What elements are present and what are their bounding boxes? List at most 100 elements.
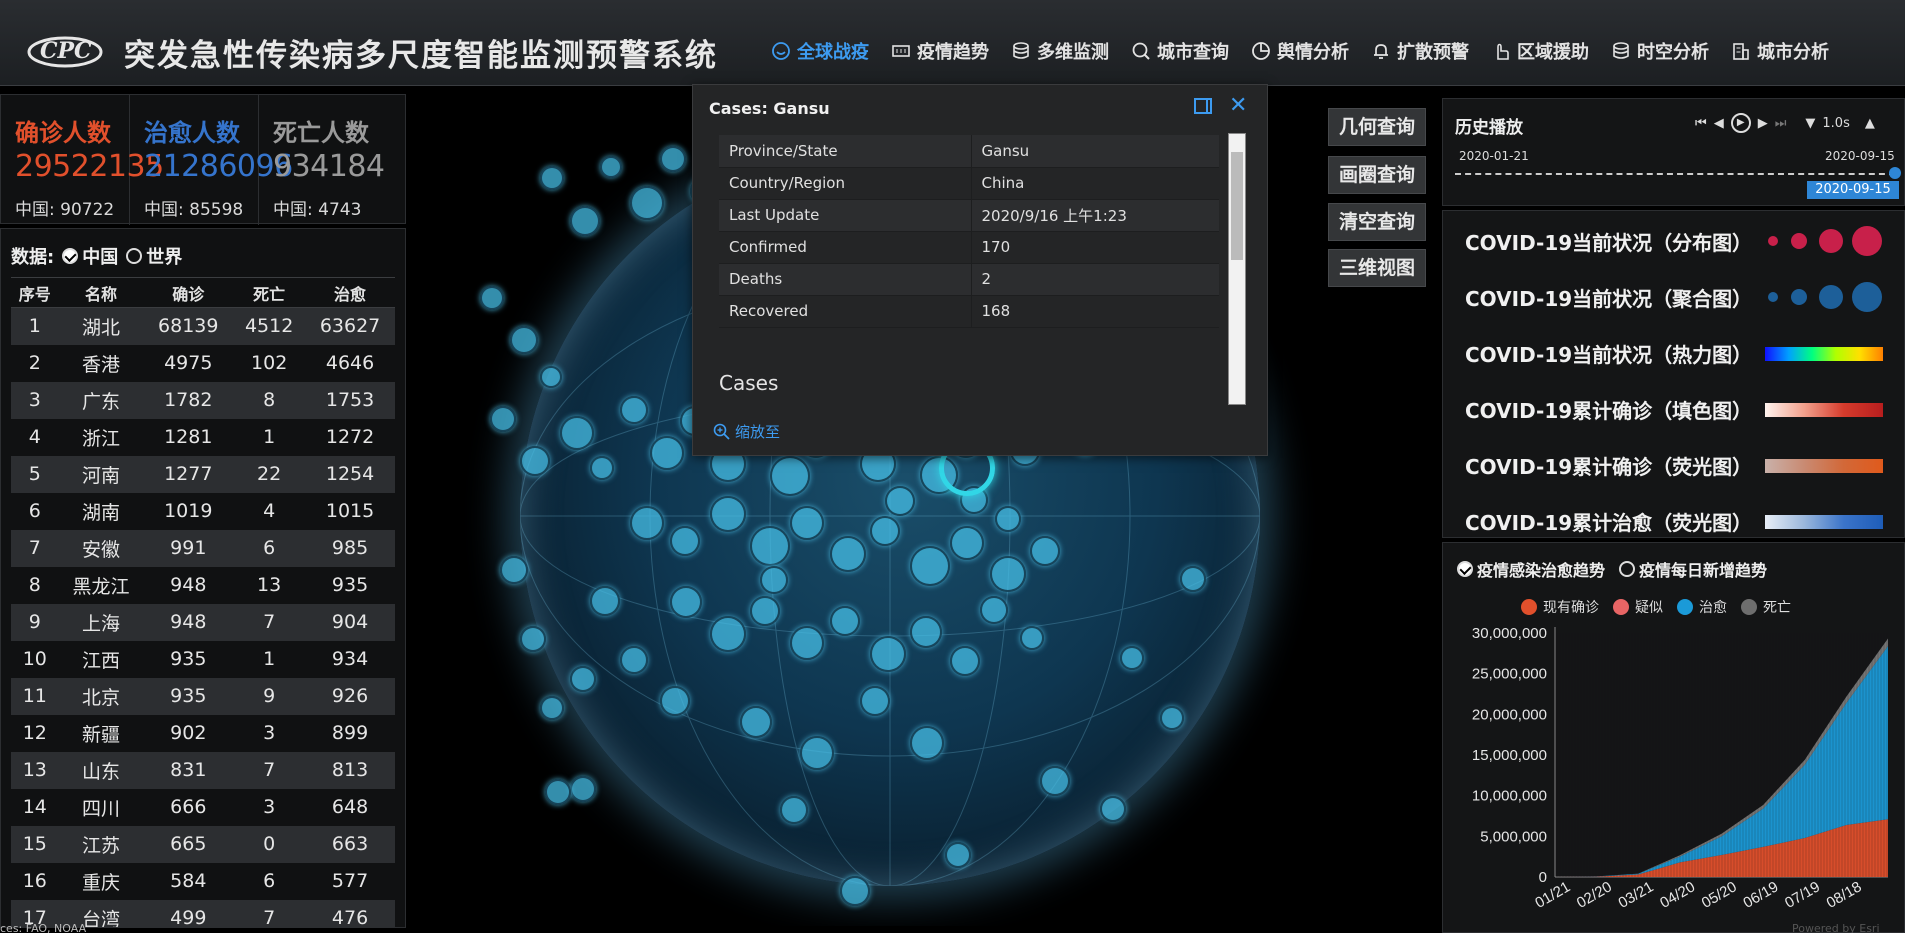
case-bubble[interactable] xyxy=(990,556,1026,592)
speed-dropdown-icon[interactable]: ▼ xyxy=(1805,116,1815,131)
3d-view-button[interactable]: 三维视图 xyxy=(1328,249,1426,287)
play-icon[interactable]: ▶ xyxy=(1730,113,1751,133)
case-bubble[interactable] xyxy=(590,456,614,480)
case-bubble[interactable] xyxy=(840,876,870,906)
column-header[interactable]: 名称 xyxy=(58,277,144,308)
case-bubble[interactable] xyxy=(630,186,664,220)
next-frame-icon[interactable]: ▶ xyxy=(1758,116,1768,131)
case-bubble[interactable] xyxy=(995,506,1021,532)
case-bubble[interactable] xyxy=(1030,536,1060,566)
case-bubble[interactable] xyxy=(670,586,702,618)
case-bubble[interactable] xyxy=(560,416,594,450)
case-bubble[interactable] xyxy=(1160,706,1184,730)
case-bubble[interactable] xyxy=(590,586,620,616)
case-bubble[interactable] xyxy=(800,736,834,770)
table-row[interactable]: 9 上海 948 7 904 xyxy=(11,603,395,641)
nav-item-5[interactable]: 扩散预警 xyxy=(1360,36,1480,66)
clear-query-button[interactable]: 清空查询 xyxy=(1328,203,1426,241)
case-bubble[interactable] xyxy=(545,779,571,805)
case-bubble[interactable] xyxy=(885,486,915,516)
nav-item-7[interactable]: 时空分析 xyxy=(1600,36,1720,66)
nav-item-6[interactable]: 区域援助 xyxy=(1480,36,1600,66)
layer-item[interactable]: COVID-19当前状况（聚合图） xyxy=(1465,277,1895,317)
case-bubble[interactable] xyxy=(520,626,546,652)
table-row[interactable]: 7 安徽 991 6 985 xyxy=(11,529,395,567)
layer-item[interactable]: COVID-19当前状况（分布图） xyxy=(1465,221,1895,261)
table-row[interactable]: 10 江西 935 1 934 xyxy=(11,641,395,678)
case-bubble[interactable] xyxy=(860,686,890,716)
case-bubble[interactable] xyxy=(710,496,746,532)
case-bubble[interactable] xyxy=(1120,646,1144,670)
case-bubble[interactable] xyxy=(570,666,596,692)
layer-item[interactable]: COVID-19当前状况（热力图） xyxy=(1465,333,1895,373)
circle-query-button[interactable]: 画圈查询 xyxy=(1328,156,1426,194)
dock-icon[interactable] xyxy=(1194,98,1212,114)
table-row[interactable]: 13 山东 831 7 813 xyxy=(11,751,395,789)
case-bubble[interactable] xyxy=(770,456,810,496)
case-bubble[interactable] xyxy=(500,556,528,584)
layer-item[interactable]: COVID-19累计治愈（荧光图） xyxy=(1465,501,1895,541)
case-bubble[interactable] xyxy=(510,326,538,354)
zoom-to-button[interactable]: 缩放至 xyxy=(713,421,780,442)
last-frame-icon[interactable]: ⏭ xyxy=(1775,116,1787,131)
nav-item-3[interactable]: 城市查询 xyxy=(1120,36,1240,66)
case-bubble[interactable] xyxy=(1100,796,1126,822)
table-row[interactable]: 6 湖南 1019 4 1015 xyxy=(11,493,395,530)
case-bubble[interactable] xyxy=(870,636,906,672)
column-header[interactable]: 治愈 xyxy=(305,277,395,308)
speed-value[interactable]: 1.0s xyxy=(1822,116,1849,131)
popup-content[interactable]: Province/State Gansu Country/Region China La… xyxy=(719,135,1239,405)
tab-infection-recovery-trend[interactable]: 疫情感染治愈趋势 xyxy=(1457,557,1605,581)
case-bubble[interactable] xyxy=(540,696,564,720)
case-bubble[interactable] xyxy=(910,726,944,760)
case-bubble[interactable] xyxy=(650,436,684,470)
nav-item-4[interactable]: 舆情分析 xyxy=(1240,36,1360,66)
case-bubble[interactable] xyxy=(600,156,622,178)
table-row[interactable]: 3 广东 1782 8 1753 xyxy=(11,381,395,419)
timeline-handle[interactable] xyxy=(1889,167,1901,179)
radio-world[interactable]: 世界 xyxy=(126,243,182,269)
first-frame-icon[interactable]: ⏮ xyxy=(1695,116,1707,131)
case-bubble[interactable] xyxy=(910,546,950,586)
case-bubble[interactable] xyxy=(520,446,550,476)
geometry-query-button[interactable]: 几何查询 xyxy=(1328,108,1426,146)
case-bubble[interactable] xyxy=(780,796,808,824)
table-row[interactable]: 15 江苏 665 0 663 xyxy=(11,825,395,863)
case-bubble[interactable] xyxy=(710,616,746,652)
case-bubble[interactable] xyxy=(950,526,984,560)
layer-item[interactable]: COVID-19累计确诊（荧光图） xyxy=(1465,445,1895,485)
case-bubble[interactable] xyxy=(630,506,664,540)
table-row[interactable]: 12 新疆 902 3 899 xyxy=(11,715,395,752)
case-bubble[interactable] xyxy=(760,566,788,594)
table-row[interactable]: 16 重庆 584 6 577 xyxy=(11,863,395,900)
column-header[interactable]: 死亡 xyxy=(233,277,306,308)
case-bubble[interactable] xyxy=(790,506,824,540)
expand-icon[interactable]: ▲ xyxy=(1865,116,1875,131)
case-bubble[interactable] xyxy=(750,526,790,566)
case-bubble[interactable] xyxy=(620,396,648,424)
case-bubble[interactable] xyxy=(1180,566,1206,592)
case-bubble[interactable] xyxy=(480,286,504,310)
case-bubble[interactable] xyxy=(750,596,780,626)
close-icon[interactable]: ✕ xyxy=(1229,95,1247,117)
case-bubble[interactable] xyxy=(660,686,690,716)
column-header[interactable]: 序号 xyxy=(11,277,59,308)
table-row[interactable]: 8 黑龙江 948 13 935 xyxy=(11,567,395,604)
case-bubble[interactable] xyxy=(670,526,700,556)
table-row[interactable]: 11 北京 935 9 926 xyxy=(11,677,395,715)
case-bubble[interactable] xyxy=(980,596,1008,624)
prev-frame-icon[interactable]: ◀ xyxy=(1714,116,1724,131)
case-bubble[interactable] xyxy=(740,706,772,738)
nav-item-0[interactable]: 全球战疫 xyxy=(760,36,880,66)
column-header[interactable]: 确诊 xyxy=(143,277,234,308)
case-bubble[interactable] xyxy=(830,606,860,636)
table-row[interactable]: 2 香港 4975 102 4646 xyxy=(11,345,395,382)
case-bubble[interactable] xyxy=(660,146,686,172)
case-bubble[interactable] xyxy=(540,166,564,190)
trend-chart[interactable]: 0 5,000,000 10,000,000 15,000,000 20,000,000… xyxy=(1443,613,1905,933)
nav-item-2[interactable]: 多维监测 xyxy=(1000,36,1120,66)
layer-item[interactable]: COVID-19累计确诊（填色图） xyxy=(1465,389,1895,429)
table-row[interactable]: 5 河南 1277 22 1254 xyxy=(11,455,395,493)
case-bubble[interactable] xyxy=(790,626,824,660)
case-bubble[interactable] xyxy=(945,842,971,868)
